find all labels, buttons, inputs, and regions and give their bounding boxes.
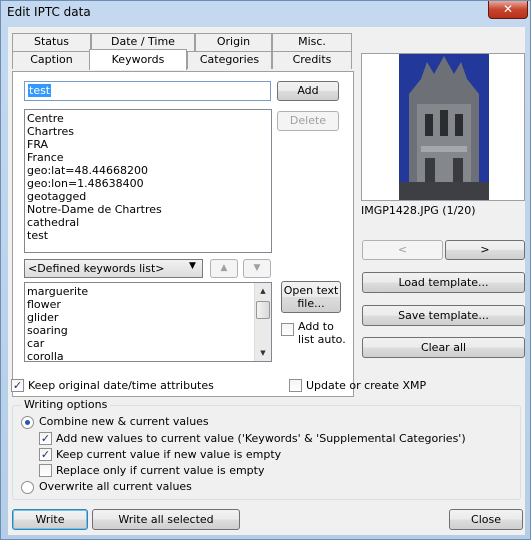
dialog-client-area: Status Date / Time Origin Misc. Caption … (8, 27, 525, 535)
close-button[interactable]: Close (449, 509, 523, 530)
previous-photo-button[interactable]: < (362, 240, 443, 260)
update-xmp-label: Update or create XMP (306, 379, 427, 392)
keywords-panel: test Add Delete Centre Chartres FRA Fran… (12, 71, 354, 397)
update-xmp-checkbox[interactable] (289, 379, 302, 392)
defined-keywords-list[interactable]: marguerite flower glider soaring car cor… (24, 282, 272, 362)
defined-keywords-dropdown[interactable]: <Defined keywords list> ▼ (24, 259, 203, 278)
keyword-input[interactable]: test (24, 81, 271, 101)
tab-label: Keywords (111, 53, 165, 66)
add-new-values-checkbox[interactable]: ✓ (39, 432, 52, 445)
tab-label: Caption (30, 53, 73, 66)
title-bar[interactable]: Edit IPTC data ✕ (1, 1, 530, 25)
tab-categories[interactable]: Categories (187, 51, 272, 69)
tab-label: Credits (292, 53, 332, 66)
scrollbar-thumb[interactable] (256, 301, 270, 319)
tab-origin[interactable]: Origin (195, 33, 272, 51)
delete-keyword-button[interactable]: Delete (277, 111, 339, 131)
scroll-up-icon[interactable]: ▲ (255, 283, 271, 299)
next-photo-button[interactable]: > (445, 240, 525, 260)
chevron-down-icon: ▼ (189, 261, 196, 271)
window-close-button[interactable]: ✕ (488, 1, 528, 19)
list-item[interactable]: soaring (27, 324, 269, 337)
tab-caption[interactable]: Caption (12, 51, 91, 69)
checkmark-icon: ✓ (40, 432, 51, 445)
write-button[interactable]: Write (12, 509, 88, 530)
write-all-selected-button[interactable]: Write all selected (92, 509, 240, 530)
combine-radio[interactable] (21, 416, 34, 429)
save-template-button[interactable]: Save template... (362, 305, 525, 326)
overwrite-radio[interactable] (21, 481, 34, 494)
writing-options-legend: Writing options (21, 398, 111, 411)
photo-thumbnail (399, 54, 489, 200)
keyword-input-value: test (28, 84, 52, 97)
keywords-list[interactable]: Centre Chartres FRA France geo:lat=48.44… (24, 109, 272, 253)
tab-keywords[interactable]: Keywords (89, 49, 187, 70)
tab-label: Categories (199, 53, 260, 66)
combine-label: Combine new & current values (39, 415, 209, 428)
defined-keywords-dropdown-value: <Defined keywords list> (28, 262, 165, 275)
list-item[interactable]: cathedral (27, 216, 269, 229)
photo-preview (361, 53, 525, 201)
writing-options-group: Writing options Combine new & current va… (12, 398, 521, 500)
overwrite-label: Overwrite all current values (39, 480, 192, 493)
close-icon: ✕ (502, 2, 514, 16)
add-to-list-auto-label: Add to list auto. (298, 320, 346, 346)
tab-label: Status (33, 35, 70, 48)
window-title: Edit IPTC data (7, 5, 91, 19)
tab-status[interactable]: Status (12, 33, 91, 51)
list-item[interactable]: FRA (27, 138, 269, 151)
tab-label: Misc. (298, 35, 326, 48)
clear-all-button[interactable]: Clear all (362, 337, 525, 358)
keep-current-checkbox[interactable]: ✓ (39, 448, 52, 461)
radio-selected-dot (25, 420, 30, 425)
list-item[interactable]: car (27, 337, 269, 350)
scroll-down-icon[interactable]: ▼ (255, 345, 271, 361)
add-to-list-auto-checkbox[interactable] (281, 323, 294, 336)
list-item[interactable]: France (27, 151, 269, 164)
list-item[interactable]: geo:lat=48.44668200 (27, 164, 269, 177)
list-item[interactable]: corolla (27, 350, 269, 361)
list-item[interactable]: Chartres (27, 125, 269, 138)
move-down-button[interactable]: ▼ (243, 259, 271, 278)
list-item[interactable]: Centre (27, 112, 269, 125)
list-item[interactable]: flower (27, 298, 269, 311)
keep-original-datetime-label: Keep original date/time attributes (28, 379, 214, 392)
replace-only-label: Replace only if current value is empty (56, 464, 265, 477)
photo-filename: IMGP1428.JPG (1/20) (361, 204, 476, 217)
list-item[interactable]: geotagged (27, 190, 269, 203)
tab-label: Origin (216, 35, 251, 48)
edit-iptc-window: Edit IPTC data ✕ Status Date / Time Orig… (0, 0, 531, 540)
triangle-up-icon: ▲ (220, 263, 228, 273)
replace-only-checkbox[interactable] (39, 464, 52, 477)
triangle-down-icon: ▼ (253, 263, 261, 273)
list-item[interactable]: glider (27, 311, 269, 324)
keep-current-label: Keep current value if new value is empty (56, 448, 282, 461)
cathedral-image (399, 54, 489, 200)
tab-label: Date / Time (111, 35, 175, 48)
list-item[interactable]: Notre-Dame de Chartres (27, 203, 269, 216)
tab-credits[interactable]: Credits (272, 51, 352, 69)
list-item[interactable]: marguerite (27, 285, 269, 298)
list-item[interactable]: test (27, 229, 269, 242)
tab-misc[interactable]: Misc. (272, 33, 352, 51)
list-item[interactable]: geo:lon=1.48638400 (27, 177, 269, 190)
checkmark-icon: ✓ (12, 379, 23, 392)
add-new-values-label: Add new values to current value ('Keywor… (56, 432, 466, 445)
add-keyword-button[interactable]: Add (277, 81, 339, 101)
load-template-button[interactable]: Load template... (362, 272, 525, 293)
open-text-file-button[interactable]: Open text file... (281, 281, 341, 313)
defined-keywords-scrollbar[interactable]: ▲ ▼ (254, 283, 271, 361)
checkmark-icon: ✓ (40, 448, 51, 461)
keep-original-datetime-checkbox[interactable]: ✓ (11, 379, 24, 392)
move-up-button[interactable]: ▲ (210, 259, 238, 278)
